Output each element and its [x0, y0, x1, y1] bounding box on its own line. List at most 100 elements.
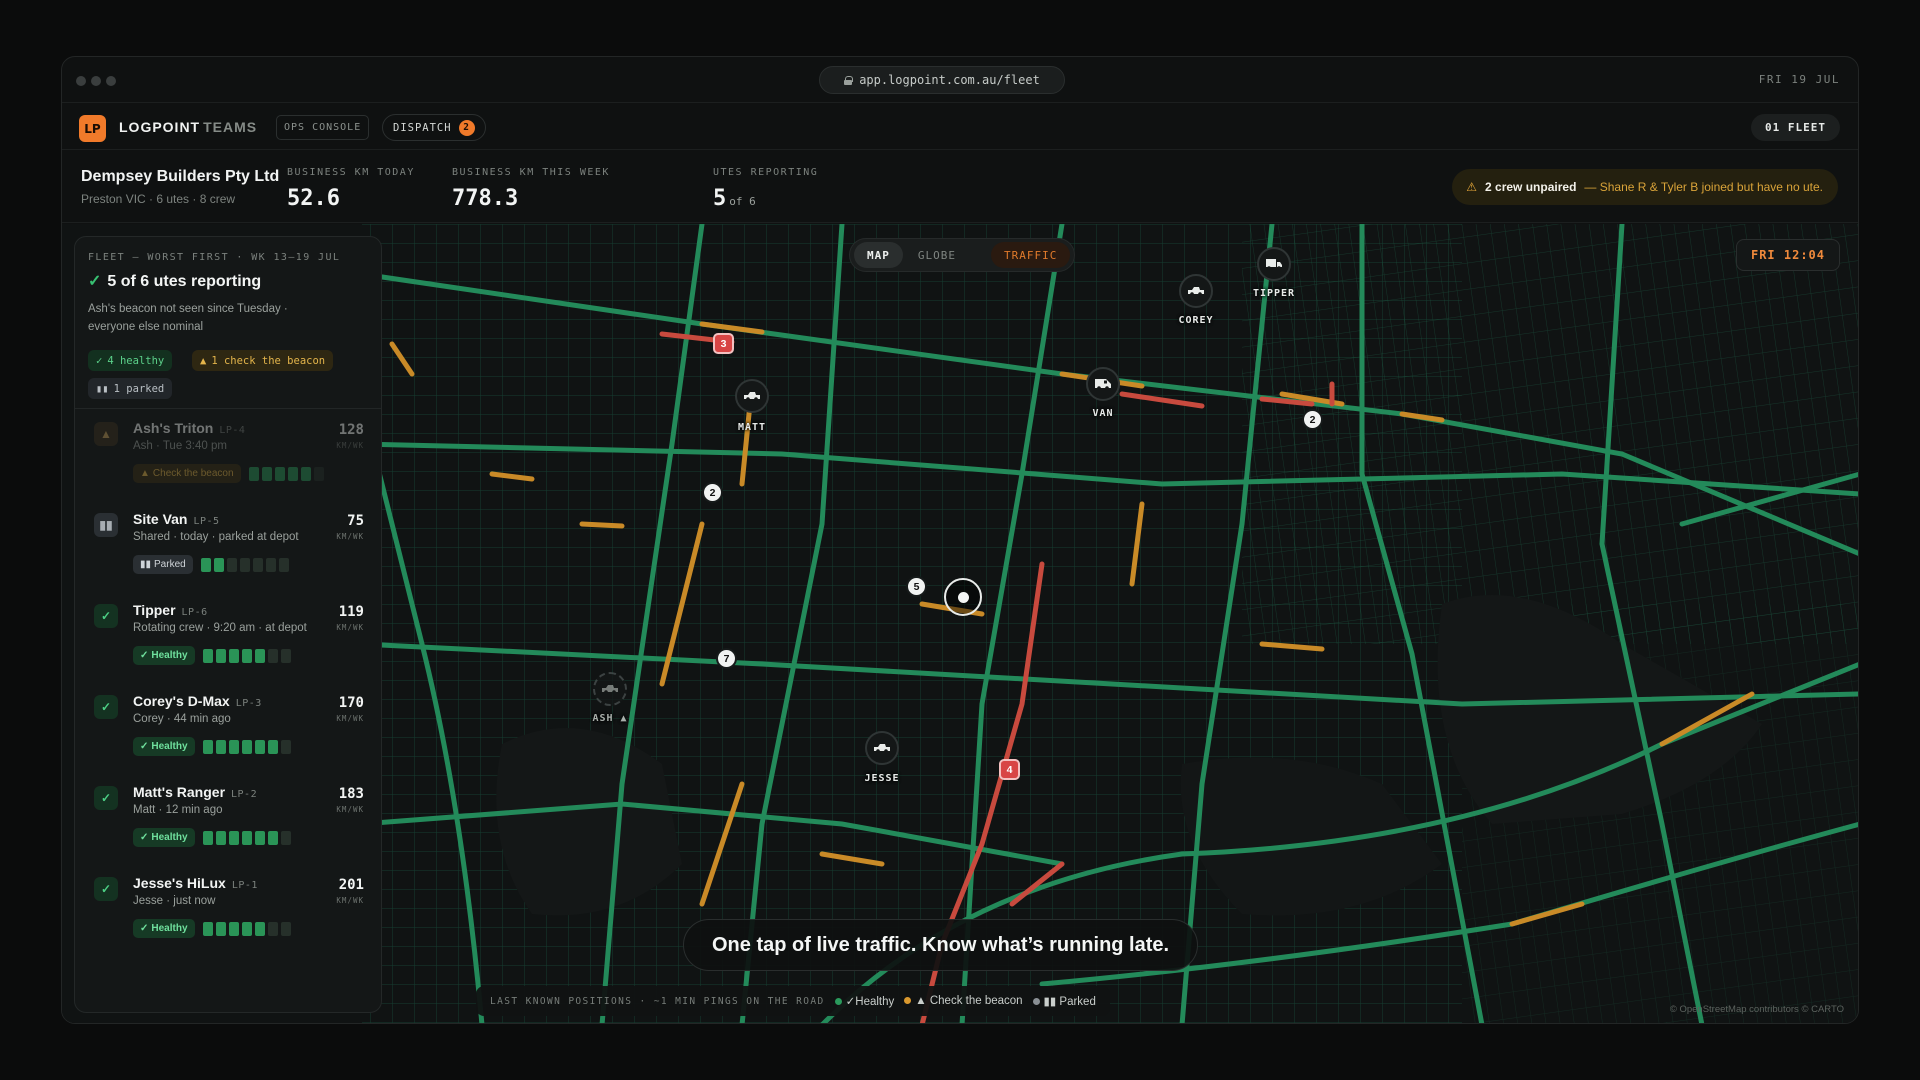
ute-status-tag[interactable]: ▲ Check the beacon — [133, 464, 241, 483]
window-close-dot[interactable] — [76, 76, 86, 86]
activity-bar — [279, 558, 289, 572]
vehicle-label-ash: ASH ▲ — [592, 713, 628, 724]
ute-row[interactable]: ✓ Jesse's HiLux LP-1 Jesse · just now 201 KM/… — [75, 867, 381, 958]
window-minimize-dot[interactable] — [91, 76, 101, 86]
activity-bar — [203, 740, 213, 754]
vehicle-marker-tipper[interactable] — [1257, 247, 1291, 281]
legend-label: ✓Healthy — [845, 996, 895, 1008]
weekly-activity-bars — [203, 649, 291, 663]
filter-chip-check[interactable]: ▲ 1 check the beacon — [192, 350, 334, 371]
status-tag-label: Check the beacon — [152, 468, 234, 479]
activity-bar — [229, 922, 239, 936]
url-bar[interactable]: app.logpoint.com.au/fleet — [819, 66, 1065, 94]
ute-row[interactable]: ✓ Corey's D-Max LP-3 Corey · 44 min ago 170 K… — [75, 685, 381, 776]
cluster-marker[interactable]: 7 — [716, 648, 737, 669]
filter-chip-healthy[interactable]: ✓ 4 healthy — [88, 350, 173, 371]
window-zoom-dot[interactable] — [106, 76, 116, 86]
incident-marker[interactable]: 3 — [713, 333, 734, 354]
ute-status-tag[interactable]: ✓ Healthy — [133, 646, 195, 665]
tab-map[interactable]: MAP — [854, 242, 903, 268]
stat-label: BUSINESS KM TODAY — [287, 167, 415, 178]
ute-name: Tipper LP-6 — [133, 602, 208, 618]
company-sub: Preston VIC · 6 utes · 8 crew — [81, 192, 236, 206]
parked-dot — [1032, 998, 1040, 1005]
map-attribution[interactable]: © OpenStreetMap contributors © CARTO — [1670, 1004, 1844, 1015]
status-icon: ✓ — [94, 786, 118, 810]
ute-row[interactable]: ▲ Ash's Triton LP-4 Ash · Tue 3:40 pm 128 KM/… — [75, 412, 381, 503]
vehicle-label-tipper: TIPPER — [1252, 288, 1296, 299]
ute-plate: LP-6 — [181, 607, 208, 618]
vehicle-marker-van[interactable] — [1086, 367, 1120, 401]
activity-bar — [255, 740, 265, 754]
ute-km-unit: KM/WK — [336, 532, 364, 541]
ute-plate: LP-2 — [231, 789, 258, 800]
ute-row[interactable]: ▮▮ Site Van LP-5 Shared · today · parked at… — [75, 503, 381, 594]
ute-row[interactable]: ✓ Matt's Ranger LP-2 Matt · 12 min ago 183 KM… — [75, 776, 381, 867]
vehicle-marker-corey[interactable] — [1179, 274, 1213, 308]
activity-bar — [266, 558, 276, 572]
ute-row[interactable]: ✓ Tipper LP-6 Rotating crew · 9:20 am · at … — [75, 594, 381, 685]
chip-label: 4 healthy — [107, 354, 165, 367]
feature-caption: One tap of live traffic. Know what’s run… — [683, 919, 1199, 971]
ute-icon — [602, 685, 618, 694]
traffic-toggle[interactable]: TRAFFIC — [991, 242, 1071, 268]
logpoint-logo[interactable]: LP — [79, 115, 106, 142]
ute-km: 119 KM/WK — [336, 604, 364, 632]
legend-parked: ▮▮ Parked — [1032, 994, 1096, 1008]
cluster-marker[interactable]: 2 — [702, 482, 723, 503]
activity-bar — [268, 649, 278, 663]
ute-status-tag[interactable]: ✓ Healthy — [133, 828, 195, 847]
activity-bar — [229, 649, 239, 663]
ute-name-text: Ash's Triton — [133, 420, 214, 436]
ute-km-unit: KM/WK — [336, 805, 364, 814]
ute-plate: LP-4 — [219, 425, 246, 436]
activity-bar — [301, 467, 311, 481]
fleet-selector[interactable]: 01 FLEET — [1751, 114, 1840, 141]
activity-bar — [216, 922, 226, 936]
titlebar-date: FRI 19 JUL — [1758, 73, 1840, 86]
pause-icon: ▮▮ — [96, 382, 109, 395]
company-name: Dempsey Builders Pty Ltd — [81, 168, 280, 185]
cluster-marker[interactable]: 2 — [1302, 409, 1323, 430]
unpaired-crew-alert[interactable]: ⚠ 2 crew unpaired — Shane R & Tyler B jo… — [1452, 169, 1838, 205]
activity-bar — [242, 740, 252, 754]
ute-km-value: 75 — [347, 513, 364, 529]
ute-km-value: 119 — [338, 604, 364, 620]
ute-subtitle: Jesse · just now — [133, 895, 216, 907]
ute-name: Corey's D-Max LP-3 — [133, 693, 262, 709]
status-icon: ✓ — [94, 695, 118, 719]
ute-name: Ash's Triton LP-4 — [133, 420, 245, 436]
tab-globe[interactable]: GLOBE — [905, 242, 969, 268]
dispatch-button[interactable]: DISPATCH 2 — [382, 114, 486, 141]
ute-status-tag[interactable]: ✓ Healthy — [133, 737, 195, 756]
status-tag-label: Parked — [154, 559, 186, 570]
weekly-activity-bars — [201, 558, 289, 572]
activity-bar — [242, 831, 252, 845]
ops-console-pill[interactable]: OPS CONSOLE — [276, 115, 370, 140]
vehicle-label-van: VAN — [1092, 408, 1114, 419]
vehicle-label-matt: MATT — [737, 422, 767, 433]
fleet-map[interactable]: MAP GLOBE TRAFFIC FRI 12:04 MATT VAN COR… — [62, 224, 1858, 1023]
cluster-marker[interactable]: 5 — [906, 576, 927, 597]
sidebar-header: FLEET — WORST FIRST · WK 13–19 JUL ✓ 5 of… — [75, 237, 381, 409]
current-location-marker[interactable] — [944, 578, 982, 616]
alert-detail: — Shane R & Tyler B joined but have no u… — [1584, 180, 1823, 194]
activity-bar — [229, 740, 239, 754]
filter-chip-parked[interactable]: ▮▮ 1 parked — [88, 378, 173, 399]
check-icon: ✓ — [96, 354, 103, 367]
ute-km-unit: KM/WK — [336, 623, 364, 632]
ute-status-tag[interactable]: ✓ Healthy — [133, 919, 195, 938]
browser-window: app.logpoint.com.au/fleet FRI 19 JUL LP … — [61, 56, 1859, 1024]
brand-suffix: TEAMS — [203, 119, 258, 135]
vehicle-marker-matt[interactable] — [735, 379, 769, 413]
ute-km-value: 183 — [338, 786, 364, 802]
ute-status-tag[interactable]: ▮▮ Parked — [133, 555, 193, 574]
sidebar-description: Ash's beacon not seen since Tuesday · ev… — [88, 303, 288, 333]
activity-bar — [216, 831, 226, 845]
vehicle-marker-jesse[interactable] — [865, 731, 899, 765]
stat-value: 52.6 — [287, 186, 340, 211]
vehicle-marker-ash[interactable] — [593, 672, 627, 706]
weekly-activity-bars — [203, 922, 291, 936]
incident-marker[interactable]: 4 — [999, 759, 1020, 780]
ute-name: Site Van LP-5 — [133, 511, 220, 527]
